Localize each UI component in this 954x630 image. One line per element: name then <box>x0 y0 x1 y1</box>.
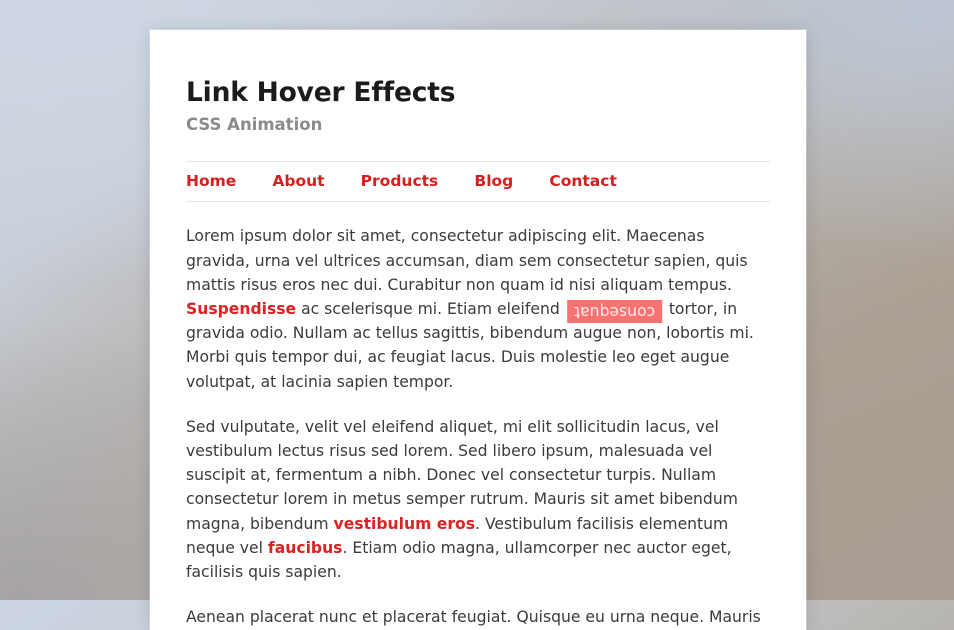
inline-link-faucibus[interactable]: faucibus <box>268 539 343 557</box>
nav-item-blog[interactable]: Blog <box>474 171 513 191</box>
inline-link-consequat-hovered[interactable]: consequat <box>567 300 662 323</box>
paragraph-1-text-b: ac scelerisque mi. Etiam eleifend <box>296 300 565 318</box>
paragraph-2: Sed vulputate, velit vel eleifend alique… <box>186 394 770 584</box>
paragraph-3-text-a: Aenean placerat nunc et placerat feugiat… <box>186 608 761 630</box>
nav-item-about[interactable]: About <box>272 171 324 191</box>
inline-link-vestibulum-eros[interactable]: vestibulum eros <box>334 515 475 533</box>
content-card: Link Hover Effects CSS Animation Home Ab… <box>150 30 806 630</box>
page-title: Link Hover Effects <box>186 78 770 108</box>
page-subtitle: CSS Animation <box>186 115 770 135</box>
nav-item-home[interactable]: Home <box>186 171 236 191</box>
nav-item-contact[interactable]: Contact <box>549 171 617 191</box>
card-inner: Link Hover Effects CSS Animation Home Ab… <box>150 30 806 630</box>
paragraph-3: Aenean placerat nunc et placerat feugiat… <box>186 584 770 630</box>
paragraph-1: Lorem ipsum dolor sit amet, consectetur … <box>186 202 770 393</box>
paragraph-1-text-a: Lorem ipsum dolor sit amet, consectetur … <box>186 227 748 293</box>
inline-link-suspendisse[interactable]: Suspendisse <box>186 300 296 318</box>
nav-item-products[interactable]: Products <box>361 171 439 191</box>
main-navigation: Home About Products Blog Contact <box>186 161 770 202</box>
